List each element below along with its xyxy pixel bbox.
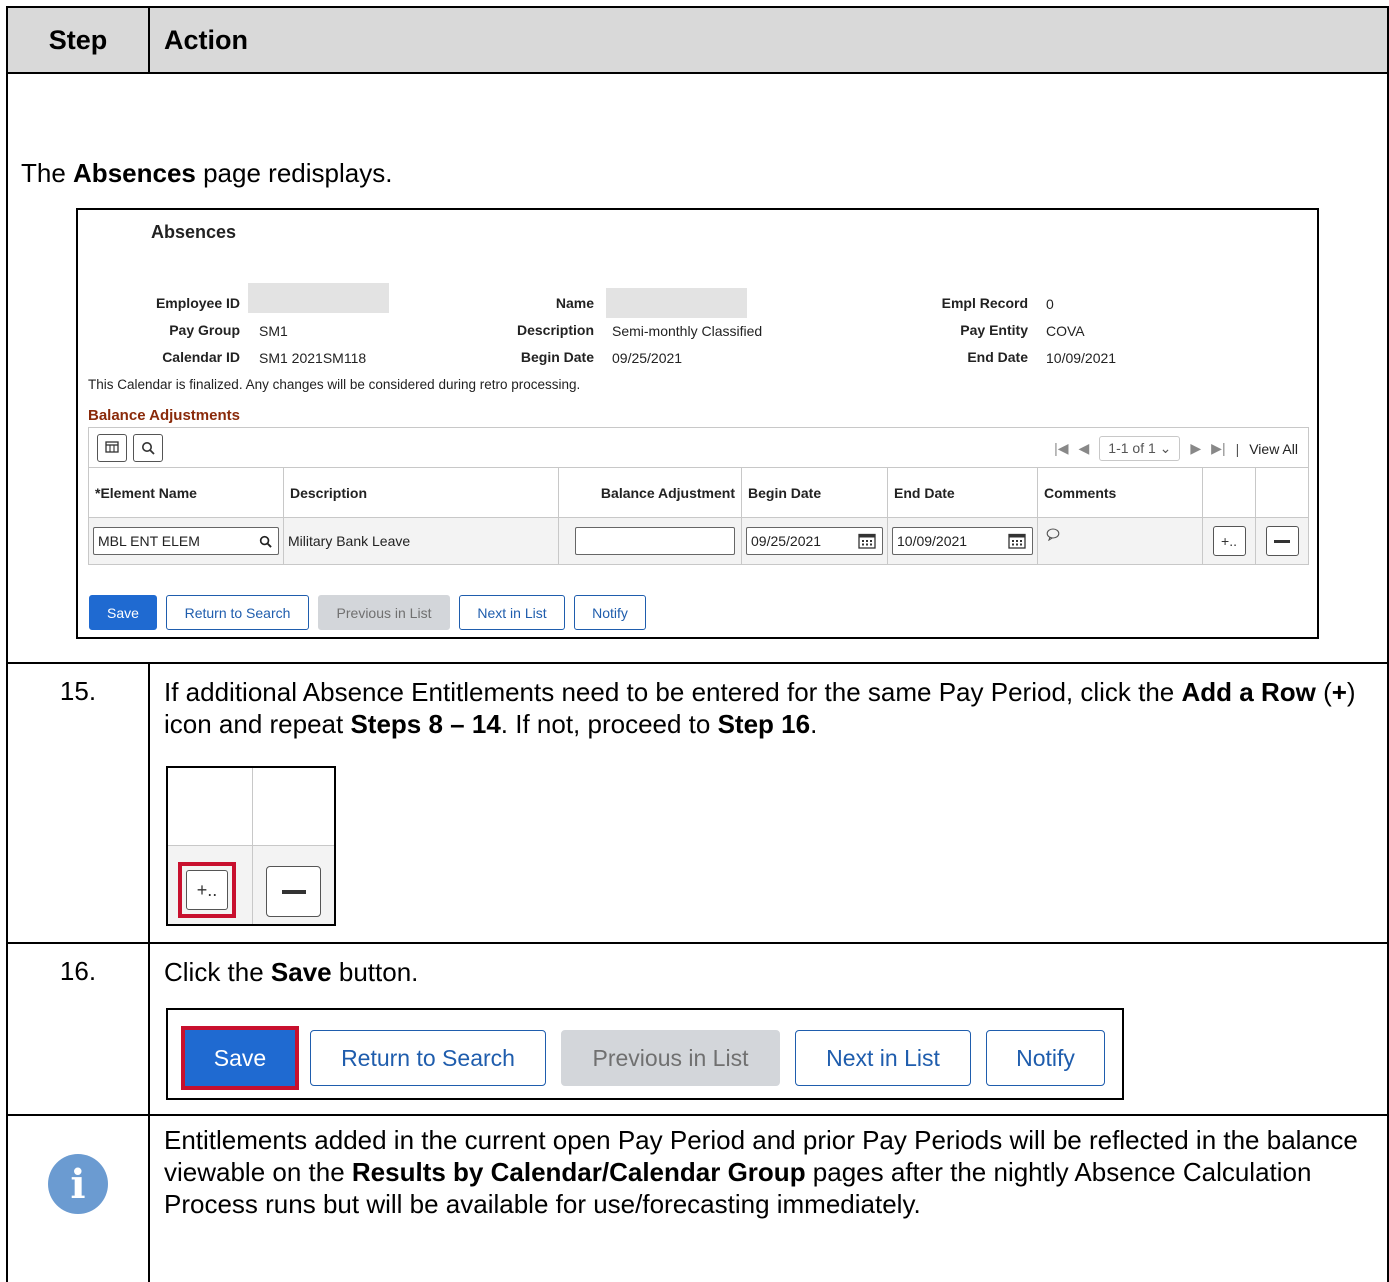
element-name-column: *Element Name (88, 467, 284, 518)
pager-divider: | (1235, 440, 1240, 457)
previous-in-list-button[interactable]: Previous in List (318, 595, 450, 630)
return-to-search-button-zoom[interactable]: Return to Search (310, 1030, 546, 1086)
calendar-id-value: SM1 2021SM118 (259, 350, 367, 366)
first-page-icon[interactable]: |◀ (1054, 440, 1068, 457)
end-date-value: 10/09/2021 (1046, 350, 1117, 366)
grid-settings-icon (105, 441, 119, 453)
delete-column (1255, 467, 1309, 518)
comments-column: Comments (1037, 467, 1203, 518)
info-text: Entitlements added in the current open P… (164, 1125, 1358, 1219)
next-page-icon[interactable]: ▶ (1190, 440, 1201, 457)
page-buttons: Save Return to Search Previous in List N… (89, 595, 646, 630)
calendar-icon[interactable] (858, 533, 876, 549)
crop-divider (252, 768, 253, 924)
employee-id-value (248, 283, 389, 313)
view-all-link[interactable]: View All (1249, 441, 1298, 457)
step-number: 16. (8, 944, 150, 1114)
begin-date-label: Begin Date (520, 349, 594, 365)
table-row: MBL ENT ELEM Military Bank Leave 09/25/2… (88, 517, 1309, 565)
lookup-icon[interactable] (259, 535, 272, 548)
balance-adjustment-input[interactable] (575, 527, 735, 555)
crop-header (168, 768, 334, 846)
page-range-select[interactable]: 1-1 of 1 ⌄ (1099, 436, 1181, 461)
grid-toolbar: |◀ ◀ 1-1 of 1 ⌄ ▶ ▶| | View All (88, 427, 1309, 467)
add-row-button[interactable]: +.. (1212, 526, 1246, 556)
page-title: Absences (151, 222, 237, 242)
calendar-id-label: Calendar ID (162, 349, 240, 365)
empl-record-value: 0 (1046, 296, 1054, 312)
save-buttons-screenshot: Save Return to Search Previous in List N… (166, 1008, 1124, 1100)
comment-icon[interactable] (1046, 528, 1060, 542)
end-date-column: End Date (887, 467, 1038, 518)
next-in-list-button-zoom[interactable]: Next in List (795, 1030, 971, 1086)
add-row-button-zoom[interactable]: +.. (186, 870, 228, 910)
info-row: i Entitlements added in the current open… (8, 1116, 1389, 1282)
add-column (1202, 467, 1256, 518)
pay-group-value: SM1 (259, 323, 288, 339)
save-button[interactable]: Save (89, 595, 157, 630)
notify-button[interactable]: Notify (574, 595, 646, 630)
info-action: Entitlements added in the current open P… (150, 1116, 1387, 1282)
name-label: Name (555, 295, 594, 311)
previous-page-icon[interactable]: ◀ (1079, 440, 1090, 457)
name-value (606, 288, 747, 318)
absences-screenshot: Absences Employee ID Name Empl Record 0 … (76, 208, 1319, 639)
description-cell: Military Bank Leave (283, 517, 559, 565)
description-value: Semi-monthly Classified (612, 323, 763, 339)
minus-icon (1274, 539, 1290, 543)
step-15-text: If additional Absence Entitlements need … (164, 677, 1356, 739)
begin-date-value: 09/25/2021 (612, 350, 683, 366)
step-action: If additional Absence Entitlements need … (150, 664, 1387, 942)
next-in-list-button[interactable]: Next in List (459, 595, 565, 630)
end-date-input[interactable]: 10/09/2021 (892, 527, 1033, 555)
finalized-note: This Calendar is finalized. Any changes … (88, 377, 581, 392)
step-16-text: Click the Save button. (164, 957, 419, 987)
previous-in-list-button-zoom[interactable]: Previous in List (561, 1030, 780, 1086)
element-name-input[interactable]: MBL ENT ELEM (93, 527, 279, 555)
intro-row: The Absences page redisplays. Absences E… (8, 74, 1389, 664)
step-16-row: 16. Click the Save button. Save Return t… (8, 944, 1389, 1116)
pay-entity-value: COVA (1046, 323, 1085, 339)
table-header: Step Action (8, 8, 1389, 74)
pay-entity-label: Pay Entity (960, 322, 1028, 338)
grid-pager: |◀ ◀ 1-1 of 1 ⌄ ▶ ▶| | View All (1054, 436, 1298, 461)
description-label: Description (516, 322, 594, 338)
highlight-box: +.. (178, 862, 236, 918)
last-page-icon[interactable]: ▶| (1211, 440, 1225, 457)
delete-row-button-zoom[interactable] (266, 866, 321, 917)
balance-adjustment-column: Balance Adjustment (558, 467, 742, 518)
save-button-zoom[interactable]: Save (185, 1030, 295, 1086)
begin-date-column: Begin Date (741, 467, 888, 518)
step-15-row: 15. If additional Absence Entitlements n… (8, 664, 1389, 944)
info-icon: i (48, 1154, 108, 1214)
begin-date-input[interactable]: 09/25/2021 (746, 527, 883, 555)
add-row-screenshot: +.. (166, 766, 336, 926)
description-column: Description (283, 467, 559, 518)
delete-row-button[interactable] (1265, 526, 1299, 556)
info-cell: i (8, 1116, 150, 1282)
balance-adjustments-grid: *Element Name Description Balance Adjust… (88, 467, 1309, 565)
end-date-label: End Date (967, 349, 1028, 365)
search-icon (142, 442, 155, 455)
find-button[interactable] (133, 434, 163, 462)
procedure-table: Step Action The Absences page redisplays… (6, 6, 1389, 1282)
minus-icon (281, 889, 306, 894)
notify-button-zoom[interactable]: Notify (986, 1030, 1105, 1086)
step-action: Click the Save button. Save Return to Se… (150, 944, 1387, 1114)
empl-record-label: Empl Record (941, 295, 1028, 311)
action-column-header: Action (164, 24, 248, 55)
personalize-grid-button[interactable] (97, 434, 127, 462)
balance-adjustments-header: Balance Adjustments (88, 407, 240, 424)
intro-text: The Absences page redisplays. (21, 158, 393, 188)
step-column-header: Step (8, 8, 150, 72)
calendar-icon[interactable] (1008, 533, 1026, 549)
return-to-search-button[interactable]: Return to Search (166, 595, 309, 630)
employee-id-label: Employee ID (155, 295, 240, 311)
pay-group-label: Pay Group (169, 322, 240, 338)
step-number: 15. (8, 664, 150, 942)
